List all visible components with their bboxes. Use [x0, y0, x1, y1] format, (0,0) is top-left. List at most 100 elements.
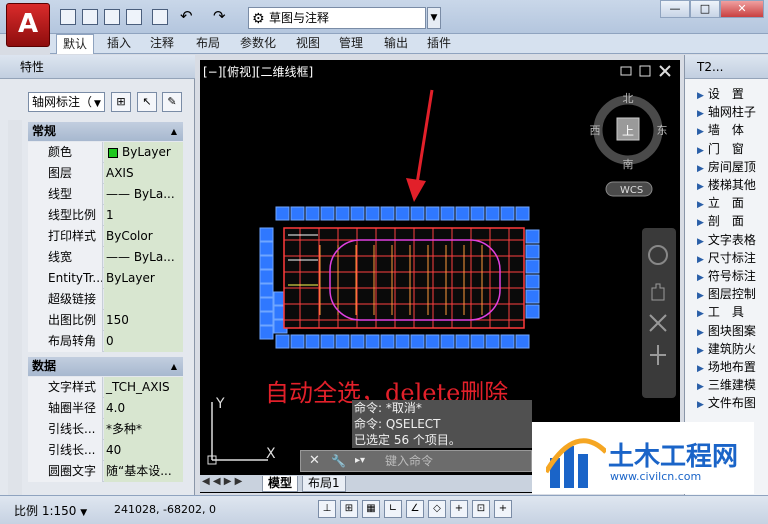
- tangent-menu-item[interactable]: ▶ 工 具: [697, 303, 768, 321]
- tab-annotate[interactable]: 注释: [150, 34, 174, 54]
- axis-bubble[interactable]: [320, 206, 335, 221]
- axis-bubble[interactable]: [410, 334, 425, 349]
- property-row[interactable]: 圆圈文字 随“基本设...: [28, 461, 183, 482]
- property-value[interactable]: —— ByLa...: [104, 247, 183, 268]
- axis-bubble[interactable]: [259, 297, 274, 312]
- tangent-menu-item[interactable]: ▶ 房间屋顶: [697, 158, 768, 176]
- axis-bubble[interactable]: [525, 229, 540, 244]
- tab-output[interactable]: 输出: [384, 34, 408, 54]
- tangent-menu-item[interactable]: ▶ 设 置: [697, 85, 768, 103]
- property-value[interactable]: ByColor: [104, 226, 183, 247]
- axis-bubble[interactable]: [305, 334, 320, 349]
- property-row[interactable]: 引线长... *多种*: [28, 419, 183, 440]
- property-row[interactable]: 线型比例 1: [28, 205, 183, 226]
- axis-bubble[interactable]: [275, 206, 290, 221]
- axis-bubble[interactable]: [525, 274, 540, 289]
- close-icon[interactable]: ✕: [309, 451, 320, 471]
- tab-default[interactable]: 默认: [56, 34, 95, 54]
- tab-layout1[interactable]: 布局1: [302, 476, 346, 492]
- property-row[interactable]: 颜色 ByLayer: [28, 142, 183, 163]
- axis-bubble[interactable]: [410, 206, 425, 221]
- tangent-menu-item[interactable]: ▶ 建筑防火: [697, 340, 768, 358]
- axis-bubble[interactable]: [365, 334, 380, 349]
- axis-bubble[interactable]: [470, 206, 485, 221]
- tab-manage[interactable]: 管理: [339, 34, 363, 54]
- property-value[interactable]: AXIS: [104, 163, 183, 184]
- tab-insert[interactable]: 插入: [107, 34, 131, 54]
- axis-bubble[interactable]: [525, 289, 540, 304]
- axis-bubble[interactable]: [335, 206, 350, 221]
- axis-bubble[interactable]: [259, 269, 274, 284]
- chevron-down-icon[interactable]: ▼: [427, 7, 441, 29]
- axis-bubble[interactable]: [485, 206, 500, 221]
- tangent-menu-item[interactable]: ▶ 文件布图: [697, 394, 768, 412]
- object-type-select[interactable]: 轴网标注（ ▼: [28, 92, 105, 112]
- panel-scrollbar[interactable]: [8, 120, 22, 495]
- property-row[interactable]: 轴圈半径 4.0: [28, 398, 183, 419]
- section-data[interactable]: 数据 ▲: [28, 357, 183, 376]
- print-icon[interactable]: [152, 9, 168, 25]
- property-row[interactable]: 打印样式 ByColor: [28, 226, 183, 247]
- property-value[interactable]: 40: [104, 440, 183, 461]
- axis-bubble[interactable]: [365, 206, 380, 221]
- axis-bubble[interactable]: [259, 241, 274, 256]
- tangent-menu-item[interactable]: ▶ 文字表格: [697, 231, 768, 249]
- property-row[interactable]: 线型 —— ByLa...: [28, 184, 183, 205]
- application-menu-button[interactable]: A: [6, 3, 50, 47]
- property-row[interactable]: 图层 AXIS: [28, 163, 183, 184]
- axis-bubble[interactable]: [395, 334, 410, 349]
- property-value[interactable]: ByLayer: [104, 142, 183, 163]
- otrack-icon[interactable]: +: [450, 500, 468, 518]
- new-file-icon[interactable]: [60, 9, 76, 25]
- property-value[interactable]: ByLayer: [104, 268, 183, 289]
- command-input[interactable]: 键入命令: [385, 451, 433, 471]
- navigation-bar[interactable]: [642, 228, 676, 398]
- axis-bubble[interactable]: [525, 304, 540, 319]
- axis-bubble[interactable]: [259, 283, 274, 298]
- tangent-menu-item[interactable]: ▶ 图层控制: [697, 285, 768, 303]
- property-value[interactable]: 随“基本设...: [104, 461, 183, 482]
- property-value[interactable]: —— ByLa...: [104, 184, 183, 205]
- property-row[interactable]: 超级链接: [28, 289, 183, 310]
- scale-selector[interactable]: 比例 1:150 ▼: [14, 502, 87, 519]
- property-row[interactable]: 出图比例 150: [28, 310, 183, 331]
- tangent-menu-item[interactable]: ▶ 轴网柱子: [697, 103, 768, 121]
- axis-bubble[interactable]: [455, 206, 470, 221]
- axis-bubble[interactable]: [525, 244, 540, 259]
- save-icon[interactable]: [104, 9, 120, 25]
- quick-select-icon[interactable]: ✎: [162, 92, 182, 112]
- property-row[interactable]: EntityTr... ByLayer: [28, 268, 183, 289]
- maximize-button[interactable]: □: [690, 0, 720, 18]
- axis-bubble[interactable]: [290, 206, 305, 221]
- infer-constraints-icon[interactable]: ⊥: [318, 500, 336, 518]
- wrench-icon[interactable]: 🔧: [331, 451, 346, 471]
- axis-bubble[interactable]: [380, 334, 395, 349]
- axis-bubble[interactable]: [320, 334, 335, 349]
- axis-bubble[interactable]: [455, 334, 470, 349]
- command-prompt-icon[interactable]: ▸▾: [355, 451, 365, 471]
- close-button[interactable]: ✕: [720, 0, 764, 18]
- tab-parametric[interactable]: 参数化: [240, 34, 276, 54]
- tab-layout[interactable]: 布局: [196, 34, 220, 54]
- save-as-icon[interactable]: [126, 9, 142, 25]
- property-value[interactable]: *多种*: [104, 419, 183, 440]
- tangent-menu-item[interactable]: ▶ 图块图案: [697, 322, 768, 340]
- axis-bubble[interactable]: [259, 311, 274, 326]
- viewport-close-icon[interactable]: [659, 65, 671, 77]
- axis-bubble[interactable]: [525, 259, 540, 274]
- dyn-icon[interactable]: +: [494, 500, 512, 518]
- snap-icon[interactable]: ⊞: [340, 500, 358, 518]
- property-value[interactable]: 1: [104, 205, 183, 226]
- viewport-minimize-icon[interactable]: [620, 66, 632, 76]
- open-file-icon[interactable]: [82, 9, 98, 25]
- tangent-menu-item[interactable]: ▶ 三维建模: [697, 376, 768, 394]
- ortho-icon[interactable]: ∟: [384, 500, 402, 518]
- axis-bubble[interactable]: [350, 334, 365, 349]
- axis-bubble[interactable]: [395, 206, 410, 221]
- tangent-menu-item[interactable]: ▶ 门 窗: [697, 140, 768, 158]
- axis-bubble[interactable]: [500, 334, 515, 349]
- axis-bubble[interactable]: [425, 334, 440, 349]
- grid-icon[interactable]: ▦: [362, 500, 380, 518]
- property-value[interactable]: 0: [104, 331, 183, 352]
- tangent-menu-item[interactable]: ▶ 立 面: [697, 194, 768, 212]
